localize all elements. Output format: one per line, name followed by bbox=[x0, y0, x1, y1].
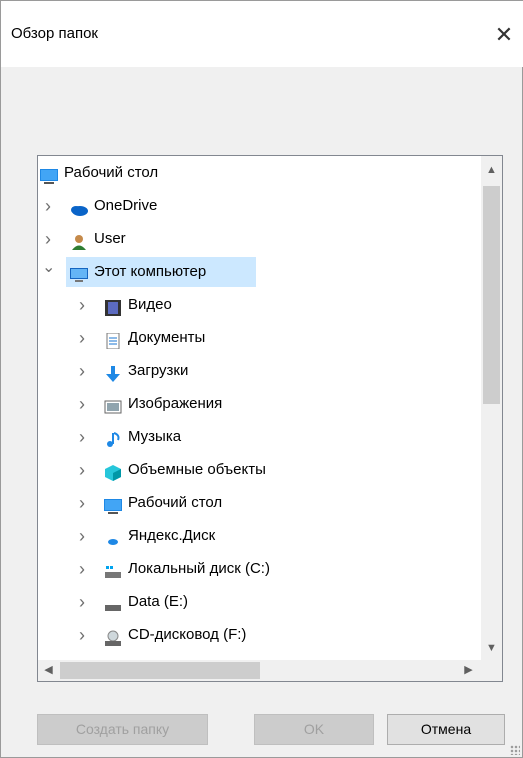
tree-item[interactable]: ⌄ Этот компьютер bbox=[42, 257, 256, 287]
scroll-left-icon[interactable]: ◀ bbox=[38, 660, 59, 680]
tree-item-label: Документы bbox=[128, 329, 206, 346]
folder-tree[interactable]: Рабочий стол › OneDrive › User ⌄ Этот компьюте… bbox=[37, 155, 503, 682]
tree-item-label: Музыка bbox=[128, 428, 182, 445]
tree-item[interactable]: › Объемные объекты bbox=[38, 455, 438, 485]
tree-item[interactable]: › CD-дисковод (F:) bbox=[38, 620, 438, 650]
chevron-right-icon[interactable]: › bbox=[76, 323, 88, 353]
chevron-right-icon[interactable]: › bbox=[76, 455, 88, 485]
onedrive-cloud-icon bbox=[70, 198, 88, 216]
tree-item-label: Рабочий стол bbox=[64, 164, 159, 181]
local-disk-icon bbox=[104, 561, 122, 578]
tree-item-label: Рабочий стол bbox=[128, 494, 223, 511]
new-folder-button[interactable]: Создать папку bbox=[37, 714, 208, 745]
tree-item[interactable]: › Data (E:) bbox=[38, 587, 438, 617]
tree-item[interactable]: › OneDrive bbox=[38, 191, 438, 221]
horizontal-scrollbar[interactable]: ◀ ▶ bbox=[38, 660, 481, 681]
chevron-right-icon[interactable]: › bbox=[76, 620, 88, 650]
scroll-up-icon[interactable]: ▲ bbox=[481, 160, 502, 180]
scroll-down-icon[interactable]: ▼ bbox=[481, 638, 502, 658]
tree-item-label: Этот компьютер bbox=[94, 263, 207, 280]
browse-folders-dialog: Обзор папок ✕ Рабочий стол › OneDrive › User… bbox=[0, 0, 523, 758]
tree-item[interactable]: › Изображения bbox=[38, 389, 438, 419]
close-icon[interactable]: ✕ bbox=[484, 15, 523, 55]
pictures-icon bbox=[104, 396, 122, 414]
tree-item-label: Видео bbox=[128, 296, 172, 313]
tree-item[interactable]: › Видео bbox=[38, 290, 438, 320]
tree-item-label: Загрузки bbox=[128, 362, 189, 379]
tree-item-label: Data (E:) bbox=[128, 593, 189, 610]
tree-item[interactable]: › Загрузки bbox=[38, 356, 438, 386]
folder-tree-rows: Рабочий стол › OneDrive › User ⌄ Этот компьюте… bbox=[38, 156, 481, 661]
desktop-icon bbox=[40, 165, 58, 184]
chevron-down-icon[interactable]: ⌄ bbox=[42, 253, 55, 283]
resize-grip-icon[interactable] bbox=[510, 745, 520, 755]
drive-icon bbox=[104, 594, 122, 611]
title-bar: Обзор папок ✕ bbox=[1, 1, 523, 67]
chevron-right-icon[interactable]: › bbox=[76, 488, 88, 518]
scrollbar-corner bbox=[481, 660, 502, 681]
tree-item[interactable]: Рабочий стол bbox=[38, 158, 438, 188]
computer-icon bbox=[70, 264, 88, 282]
video-icon bbox=[104, 297, 122, 316]
tree-item-label: OneDrive bbox=[94, 197, 158, 214]
yandex-disk-icon bbox=[104, 528, 122, 545]
ok-button[interactable]: OK bbox=[254, 714, 374, 745]
tree-item-label: Локальный диск (C:) bbox=[128, 560, 270, 577]
dialog-title: Обзор папок bbox=[11, 25, 98, 42]
tree-item-label: Объемные объекты bbox=[128, 461, 266, 478]
tree-item[interactable]: › Яндекс.Диск bbox=[38, 521, 438, 551]
chevron-right-icon[interactable]: › bbox=[76, 554, 88, 584]
downloads-icon bbox=[104, 363, 122, 382]
tree-item[interactable]: › Рабочий стол bbox=[38, 488, 438, 518]
chevron-right-icon[interactable]: › bbox=[76, 521, 88, 551]
chevron-right-icon[interactable]: › bbox=[42, 224, 54, 254]
chevron-right-icon[interactable]: › bbox=[76, 356, 88, 386]
user-icon bbox=[70, 231, 88, 250]
vertical-scroll-thumb[interactable] bbox=[483, 186, 500, 404]
3d-objects-icon bbox=[104, 462, 122, 481]
chevron-right-icon[interactable]: › bbox=[76, 587, 88, 617]
scroll-right-icon[interactable]: ▶ bbox=[458, 660, 479, 680]
chevron-right-icon[interactable]: › bbox=[42, 191, 54, 221]
tree-item[interactable]: › Документы bbox=[38, 323, 438, 353]
cancel-button[interactable]: Отмена bbox=[387, 714, 505, 745]
chevron-right-icon[interactable]: › bbox=[76, 389, 88, 419]
tree-item[interactable]: › User bbox=[38, 224, 438, 254]
tree-item-label: CD-дисковод (F:) bbox=[128, 626, 247, 643]
music-icon bbox=[104, 429, 122, 447]
tree-item-label: User bbox=[94, 230, 126, 247]
tree-item[interactable]: › Локальный диск (C:) bbox=[38, 554, 438, 584]
chevron-right-icon[interactable]: › bbox=[76, 422, 88, 452]
vertical-scrollbar[interactable]: ▲ ▼ bbox=[481, 156, 502, 661]
chevron-right-icon[interactable]: › bbox=[76, 290, 88, 320]
cd-drive-icon bbox=[104, 627, 122, 646]
tree-item[interactable]: › Музыка bbox=[38, 422, 438, 452]
horizontal-scroll-thumb[interactable] bbox=[60, 662, 260, 679]
desktop-icon bbox=[104, 495, 122, 514]
tree-item-label: Яндекс.Диск bbox=[128, 527, 216, 544]
tree-item-label: Изображения bbox=[128, 395, 223, 412]
documents-icon bbox=[104, 330, 122, 350]
